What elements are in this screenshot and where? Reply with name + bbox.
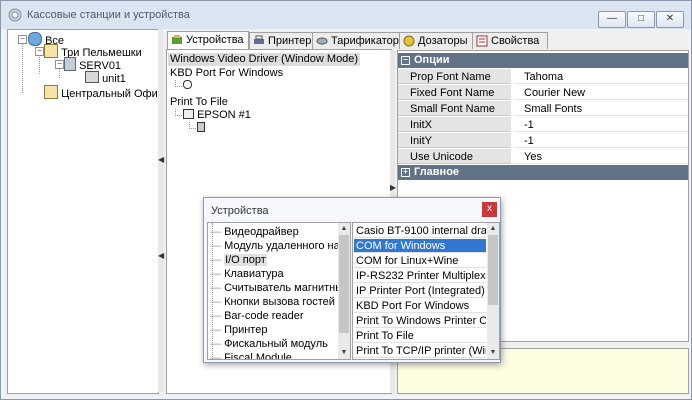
printer-icon bbox=[183, 109, 194, 119]
list-item[interactable]: — Клавиатура bbox=[210, 267, 284, 281]
keyboard-icon bbox=[183, 80, 192, 93]
office-icon bbox=[44, 85, 58, 99]
list-item[interactable]: — Видеодрайвер bbox=[210, 225, 299, 239]
scroll-down-icon[interactable]: ▼ bbox=[487, 347, 499, 359]
list-item[interactable]: — Фискальный модуль bbox=[210, 337, 328, 351]
devices-tab-icon bbox=[172, 35, 182, 44]
property-row[interactable]: Use Unicode Yes bbox=[398, 149, 688, 165]
collapse-icon[interactable]: − bbox=[35, 47, 44, 56]
expand-arrow-icon[interactable]: ▶ bbox=[390, 183, 396, 192]
list-item[interactable]: — Кнопки вызова гостей bbox=[210, 295, 335, 309]
maximize-button[interactable]: □ bbox=[627, 11, 655, 28]
cash-register-icon bbox=[85, 71, 99, 83]
devices-dialog: Устройства x — Видеодрайвер — Модуль уда… bbox=[203, 197, 501, 363]
collapse-arrow-icon[interactable]: ◀ bbox=[158, 155, 164, 164]
dialog-close-button[interactable]: x bbox=[482, 202, 497, 217]
property-row[interactable]: InitY -1 bbox=[398, 133, 688, 149]
device-print-to-file[interactable]: Print To File bbox=[170, 96, 228, 109]
list-item[interactable]: Print To TCP/IP printer (Windows bbox=[354, 344, 486, 358]
tree-node-server[interactable]: SERV01 bbox=[64, 57, 121, 72]
device-type-scrollbar[interactable]: ▲ ▼ bbox=[487, 223, 499, 359]
device-category-list[interactable]: — Видеодрайвер — Модуль удаленного наблю… bbox=[207, 222, 351, 360]
list-item[interactable]: — Fiscal Module bbox=[210, 351, 292, 359]
collapse-icon[interactable]: − bbox=[55, 60, 64, 69]
property-row[interactable]: Small Font Name Small Fonts bbox=[398, 101, 688, 117]
close-window-button[interactable]: ✕ bbox=[656, 11, 684, 28]
property-row[interactable]: Prop Font Name Tahoma bbox=[398, 69, 688, 85]
property-row[interactable]: InitX -1 bbox=[398, 117, 688, 133]
collapse-icon[interactable]: − bbox=[401, 56, 410, 65]
category-options[interactable]: − Опции bbox=[398, 53, 688, 68]
category-scrollbar[interactable]: ▲ ▼ bbox=[338, 223, 350, 359]
device-driver[interactable]: Windows Video Driver (Window Mode) bbox=[168, 53, 361, 66]
list-item[interactable]: — Bar-code reader bbox=[210, 309, 304, 323]
scroll-up-icon[interactable]: ▲ bbox=[487, 223, 499, 235]
main-window: Кассовые станции и устройства — □ ✕ − Вс… bbox=[0, 0, 692, 400]
scroll-up-icon[interactable]: ▲ bbox=[338, 223, 350, 235]
list-item[interactable]: — Принтер bbox=[210, 323, 267, 337]
printer-icon bbox=[254, 35, 264, 44]
list-item[interactable]: KBD Port For Windows bbox=[354, 299, 486, 313]
list-item[interactable]: — Модуль удаленного наблюд bbox=[210, 239, 350, 253]
device-type-list[interactable]: Casio BT-9100 internal drawer pc COM for… bbox=[352, 222, 500, 360]
category-main[interactable]: + Главное bbox=[398, 165, 688, 180]
dispenser-icon bbox=[403, 35, 415, 47]
tab-dispensers[interactable]: Дозаторы bbox=[399, 32, 479, 49]
restaurant-icon bbox=[44, 44, 58, 58]
scroll-thumb[interactable] bbox=[339, 235, 349, 333]
list-item[interactable]: COM for Linux+Wine bbox=[354, 254, 486, 268]
scroll-thumb[interactable] bbox=[488, 235, 498, 305]
property-row[interactable]: Fixed Font Name Courier New bbox=[398, 85, 688, 101]
list-item[interactable]: Print To File bbox=[354, 329, 486, 343]
expand-icon[interactable]: + bbox=[401, 168, 410, 177]
list-item[interactable]: IP-RS232 Printer Multiplexor for V bbox=[354, 269, 486, 283]
list-item[interactable]: Casio BT-9100 internal drawer pc bbox=[354, 224, 486, 238]
tariff-icon bbox=[316, 37, 328, 45]
globe-icon bbox=[28, 32, 42, 46]
title-bar: Кассовые станции и устройства — □ ✕ bbox=[1, 1, 691, 29]
app-icon bbox=[8, 8, 22, 22]
tab-tariffs[interactable]: Тарификаторы bbox=[312, 32, 407, 49]
tab-properties[interactable]: Свойства bbox=[472, 32, 548, 49]
tree-node-restaurant[interactable]: Три Пельмешки bbox=[44, 44, 142, 59]
window-title: Кассовые станции и устройства bbox=[27, 9, 190, 21]
list-item-selected[interactable]: COM for Windows bbox=[354, 239, 486, 253]
list-item[interactable]: IP Printer Port (Integrated) for win bbox=[354, 284, 486, 298]
properties-icon bbox=[476, 35, 488, 47]
station-tree[interactable]: − Все − Три Пельмешки − SERV01 unit1 Цен bbox=[7, 29, 163, 394]
tab-strip: Устройства Принтеры Тарификаторы Дозатор… bbox=[167, 31, 687, 49]
tree-node-office[interactable]: Центральный Офис bbox=[44, 85, 163, 100]
collapse-icon[interactable]: − bbox=[18, 35, 27, 44]
device-epson[interactable]: EPSON #1 bbox=[183, 109, 251, 122]
list-item-selected[interactable]: — I/O порт bbox=[210, 253, 267, 267]
left-splitter[interactable]: ◀ ◀ bbox=[158, 29, 164, 392]
tree-node-unit[interactable]: unit1 bbox=[85, 71, 126, 85]
device-kbd-port[interactable]: KBD Port For Windows bbox=[170, 67, 283, 80]
server-icon bbox=[64, 57, 76, 71]
list-item[interactable]: — Считыватель магнитных ка bbox=[210, 281, 350, 295]
list-item[interactable]: Print To Windows Printer Or Port bbox=[354, 314, 486, 328]
scroll-down-icon[interactable]: ▼ bbox=[338, 347, 350, 359]
dialog-title: Устройства bbox=[211, 205, 269, 217]
minimize-button[interactable]: — bbox=[598, 11, 626, 28]
tab-devices[interactable]: Устройства bbox=[167, 31, 249, 49]
collapse-arrow-icon[interactable]: ◀ bbox=[158, 251, 164, 260]
cash-drawer-icon bbox=[197, 122, 205, 135]
